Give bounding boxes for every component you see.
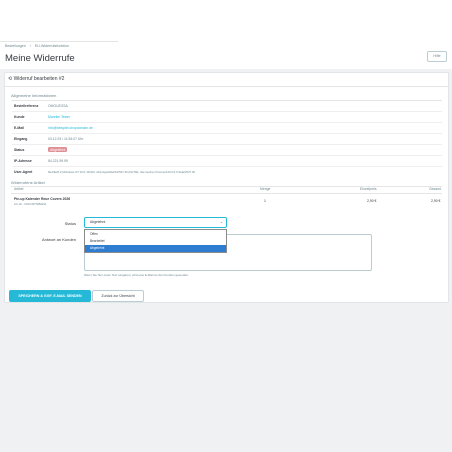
chevron-down-icon: ⌄ — [219, 220, 223, 224]
item-total: 2,90 € — [431, 199, 441, 203]
status-badge: Abgelehnt — [48, 147, 68, 152]
info-row-order-ref: Bestellreferenz OMGUZGSA — [12, 101, 442, 111]
item-ref: Art.-Nr.: 0013-KPTABADA — [14, 202, 47, 206]
info-key: Eingang — [14, 137, 28, 141]
info-key: E-Mail — [14, 126, 24, 130]
items-title: Widerrufene Artikel — [11, 180, 45, 185]
info-row-received: Eingang 03.12.25 / 11:54:07 Uhr — [12, 134, 442, 144]
table-header-divider — [11, 193, 442, 194]
column-header-unit-price: Einzelpreis — [360, 187, 377, 191]
info-value: Mozilla/5.0 (Windows NT 10.0; Win64; x64… — [48, 170, 195, 174]
info-key: User-Agent — [14, 170, 33, 174]
column-header-article: Artikel — [14, 187, 24, 191]
info-value: 03.12.25 / 11:54:07 Uhr — [48, 137, 84, 141]
status-option-open[interactable]: Offen — [85, 231, 226, 238]
page-title: Meine Widerrufe — [5, 53, 75, 64]
info-key: Status — [14, 148, 25, 152]
info-row-ip: IP-Adresse 84.221.99.99 — [12, 156, 442, 166]
status-dropdown-list: Offen Bearbeitet Abgelehnt — [84, 229, 227, 253]
info-row-email: E-Mail info@beispiel-shopdomain.de — [12, 123, 442, 133]
status-option-rejected[interactable]: Abgelehnt — [85, 244, 226, 252]
card-title: ⟲ Widerruf bearbeiten #2 — [8, 76, 65, 82]
item-unit-price: 2,90 € — [367, 199, 377, 203]
item-qty: 1 — [264, 199, 266, 203]
status-label: Status — [64, 221, 76, 226]
header-divider — [0, 41, 118, 42]
breadcrumb-current: EU-Widerrufsfunktion — [34, 44, 69, 48]
breadcrumb: Bestellungen / EU-Widerrufsfunktion — [5, 44, 72, 48]
item-name: Pin-up Kalender Reue Covers 2026 — [14, 197, 71, 201]
info-row-status: Status Abgelehnt — [12, 145, 442, 155]
reply-label: Antwort an Kunden — [41, 237, 76, 242]
column-header-total: Gesamt — [429, 187, 441, 191]
info-key: Kunde — [14, 115, 25, 119]
card-divider — [5, 86, 448, 87]
email-link[interactable]: info@beispiel-shopdomain.de — [48, 126, 93, 130]
reply-hint: Wenn Sie hier einen Text eingeben, wird … — [84, 273, 189, 277]
back-to-overview-button[interactable]: Zurück zur Übersicht — [92, 290, 144, 302]
save-and-send-button[interactable]: SPEICHERN & GGF. E-MAIL SENDEN — [9, 290, 91, 302]
info-row-user-agent: User-Agent Mozilla/5.0 (Windows NT 10.0;… — [12, 167, 442, 177]
breadcrumb-separator: / — [29, 44, 31, 48]
column-header-qty: Menge — [260, 187, 271, 191]
info-key: Bestellreferenz — [14, 104, 39, 108]
help-button[interactable]: Hilfe — [427, 51, 447, 62]
customer-link[interactable]: Mareike Tester — [48, 115, 70, 119]
info-row-customer: Kunde Mareike Tester — [12, 112, 442, 122]
status-select[interactable]: Abgelehnt ⌄ — [84, 217, 227, 228]
info-value: OMGUZGSA — [48, 104, 68, 108]
general-info-title: Allgemeine Informationen — [11, 93, 57, 98]
info-value: 84.221.99.99 — [48, 159, 68, 163]
items-divider — [11, 186, 442, 187]
status-option-processed[interactable]: Bearbeitet — [85, 238, 226, 245]
breadcrumb-link-orders[interactable]: Bestellungen — [5, 44, 26, 48]
info-key: IP-Adresse — [14, 159, 32, 163]
status-select-value: Abgelehnt — [90, 220, 106, 224]
